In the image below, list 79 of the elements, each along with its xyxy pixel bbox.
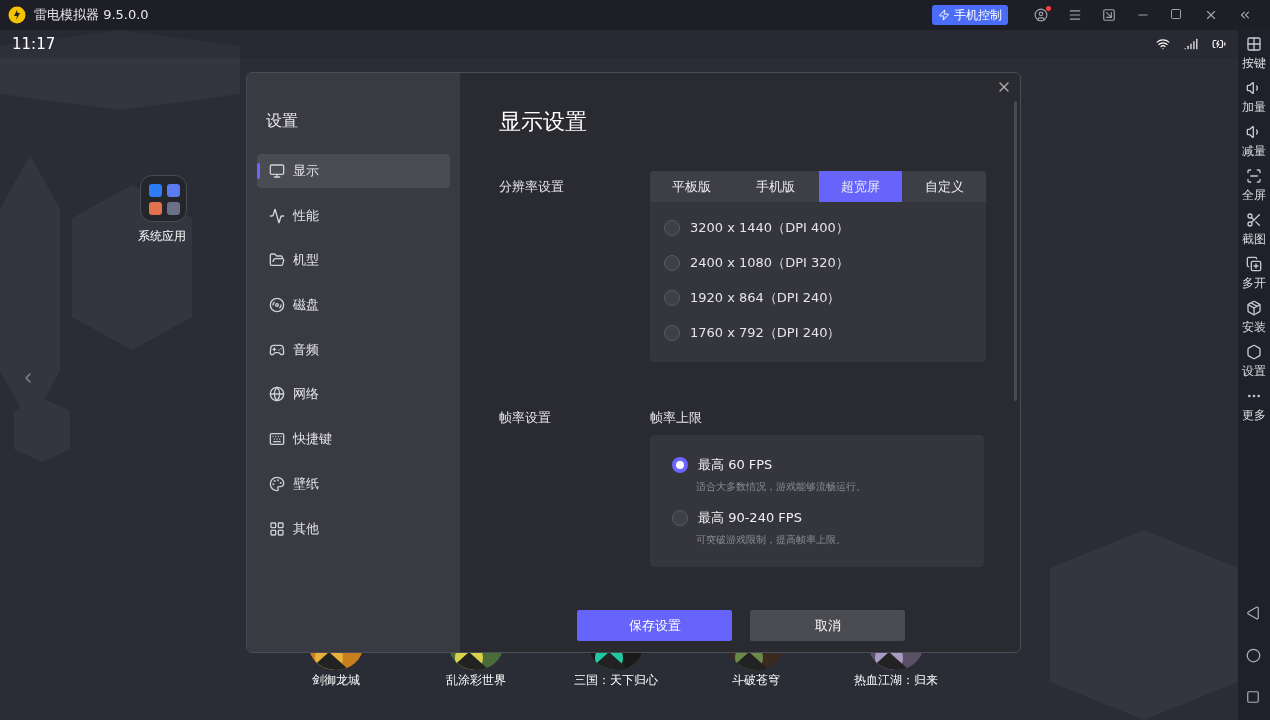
field-label: 分辨率设置 xyxy=(499,178,565,196)
save-button[interactable]: 保存设置 xyxy=(577,610,732,641)
copy-plus-icon xyxy=(1246,256,1262,272)
cancel-button[interactable]: 取消 xyxy=(750,610,905,641)
nav-item[interactable]: 音频 xyxy=(257,332,450,367)
hexagon-icon xyxy=(1246,344,1262,360)
app-label[interactable]: 三国：天下归心 xyxy=(574,672,658,689)
app-label[interactable]: 热血江湖：归来 xyxy=(854,672,938,689)
option-hint: 可突破游戏限制，提高帧率上限。 xyxy=(695,533,847,547)
nav-item[interactable]: 壁纸 xyxy=(257,466,450,501)
account-icon[interactable] xyxy=(1034,8,1048,22)
radio-button[interactable] xyxy=(672,510,688,526)
option-label: 1920 x 864（DPI 240） xyxy=(690,288,841,307)
grid-icon xyxy=(1246,36,1262,52)
globe-icon xyxy=(269,386,285,403)
box-icon xyxy=(1246,300,1262,316)
option-label: 最高 90-240 FPS xyxy=(698,509,802,527)
nav-item[interactable]: 性能 xyxy=(257,198,450,233)
toolbar-button[interactable]: 安装 xyxy=(1242,300,1266,336)
nav-item[interactable]: 网络 xyxy=(257,377,450,412)
scan-icon xyxy=(1246,168,1262,184)
monitor-icon xyxy=(269,163,285,179)
section-heading: 显示设置 xyxy=(499,108,588,136)
window-title: 雷电模拟器 9.5.0.0 xyxy=(34,6,149,24)
scrollbar[interactable] xyxy=(1014,101,1017,401)
radio-button[interactable] xyxy=(664,254,680,271)
toolbar-button[interactable]: 多开 xyxy=(1242,256,1266,292)
battery-icon xyxy=(1212,37,1226,51)
option-label: 最高 60 FPS xyxy=(698,456,773,474)
maximize-icon[interactable] xyxy=(1170,8,1184,22)
toolbar-button[interactable]: 按键 xyxy=(1242,36,1266,72)
option-label: 2400 x 1080（DPI 320） xyxy=(690,253,849,272)
radio-button[interactable] xyxy=(664,324,680,341)
radio-button[interactable] xyxy=(672,457,688,473)
nav-item[interactable]: 快捷键 xyxy=(257,422,450,457)
wifi-icon xyxy=(1156,37,1170,51)
nav-item[interactable]: 机型 xyxy=(257,243,450,278)
scissors-icon xyxy=(1246,212,1262,228)
dialog-title: 设置 xyxy=(266,111,299,132)
grid-icon xyxy=(269,520,285,537)
nav-item[interactable]: 显示 xyxy=(257,154,450,188)
menu-icon[interactable] xyxy=(1068,8,1082,22)
toolbar-button[interactable]: 更多 xyxy=(1242,388,1266,424)
logo-icon xyxy=(8,6,26,24)
toolbar-button[interactable]: 全屏 xyxy=(1242,168,1266,204)
folder-label: 系统应用 xyxy=(138,228,186,245)
option-hint: 适合大多数情况，游戏能够流畅运行。 xyxy=(695,480,867,494)
option-label: 3200 x 1440（DPI 400） xyxy=(690,218,849,237)
toolbar-button[interactable]: 截图 xyxy=(1242,212,1266,248)
toolbar-button[interactable]: 加量 xyxy=(1242,80,1266,116)
recents-icon[interactable] xyxy=(1246,690,1262,706)
collapse-icon[interactable] xyxy=(1238,8,1252,22)
palette-icon xyxy=(269,475,285,492)
restore-icon[interactable] xyxy=(1102,8,1116,22)
pulse-icon xyxy=(269,207,285,224)
radio-button[interactable] xyxy=(664,289,680,306)
option-label: 1760 x 792（DPI 240） xyxy=(690,323,841,342)
home-icon[interactable] xyxy=(1246,648,1262,664)
signal-icon xyxy=(1184,37,1198,51)
clock: 11:17 xyxy=(12,35,56,53)
radio-button[interactable] xyxy=(664,219,680,236)
nav-item[interactable]: 其他 xyxy=(257,511,450,546)
app-label[interactable]: 剑御龙城 xyxy=(312,672,360,689)
field-label: 帧率上限 xyxy=(650,409,703,427)
close-icon[interactable] xyxy=(1204,8,1218,22)
back-icon[interactable] xyxy=(1246,606,1262,622)
lightning-icon xyxy=(938,9,950,21)
tab[interactable]: 超宽屏 xyxy=(818,171,902,202)
app-label[interactable]: 斗破苍穹 xyxy=(732,672,780,689)
keyboard-icon xyxy=(269,431,285,448)
toolbar-button[interactable]: 减量 xyxy=(1242,124,1266,160)
nav-item[interactable]: 磁盘 xyxy=(257,288,450,323)
phone-control-button[interactable]: 手机控制 xyxy=(932,5,1008,25)
app-label[interactable]: 乱涂彩世界 xyxy=(446,672,506,689)
field-label: 帧率设置 xyxy=(499,409,552,427)
app-folder[interactable] xyxy=(140,175,187,222)
toolbar-button[interactable]: 设置 xyxy=(1242,344,1266,380)
disc-icon xyxy=(269,297,285,314)
folder-icon xyxy=(269,252,285,269)
